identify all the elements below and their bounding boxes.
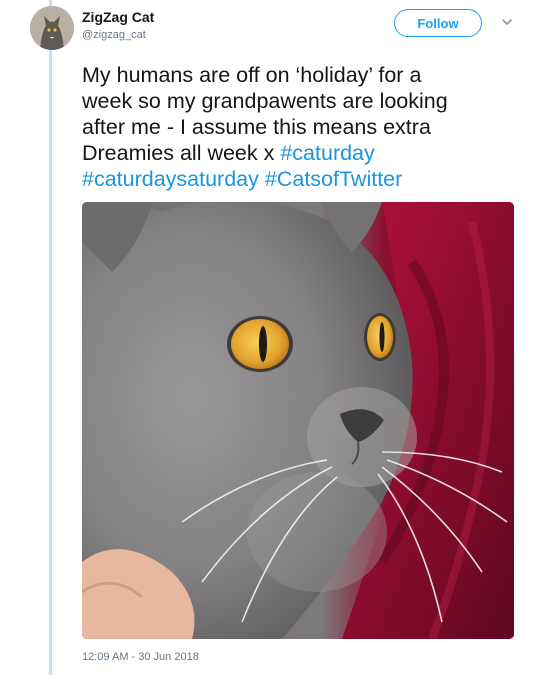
hashtag-caturdaysaturday[interactable]: #caturdaysaturday	[82, 167, 259, 191]
tweet-line: week so my grandpawents are looking	[82, 89, 448, 113]
author-handle[interactable]: @zigzag_cat	[82, 29, 146, 41]
cat-photo-image	[82, 202, 514, 639]
tweet-line: Dreamies all week x	[82, 141, 281, 165]
cat-avatar-icon	[30, 6, 74, 50]
hashtag-catsoftwitter[interactable]: #CatsofTwitter	[265, 167, 402, 191]
avatar[interactable]	[30, 6, 74, 50]
author-name[interactable]: ZigZag Cat	[82, 9, 154, 25]
chevron-down-icon[interactable]	[500, 15, 514, 29]
follow-button[interactable]: Follow	[394, 9, 482, 37]
tweet-timestamp[interactable]: 12:09 AM - 30 Jun 2018	[82, 651, 199, 663]
tweet-line: My humans are off on ‘holiday’ for a	[82, 63, 422, 87]
tweet-text: My humans are off on ‘holiday’ for a week…	[82, 62, 522, 192]
thread-line	[49, 0, 52, 675]
hashtag-caturday[interactable]: #caturday	[280, 141, 374, 165]
tweet-photo[interactable]	[82, 202, 514, 639]
tweet-line: after me - I assume this means extra	[82, 115, 431, 139]
